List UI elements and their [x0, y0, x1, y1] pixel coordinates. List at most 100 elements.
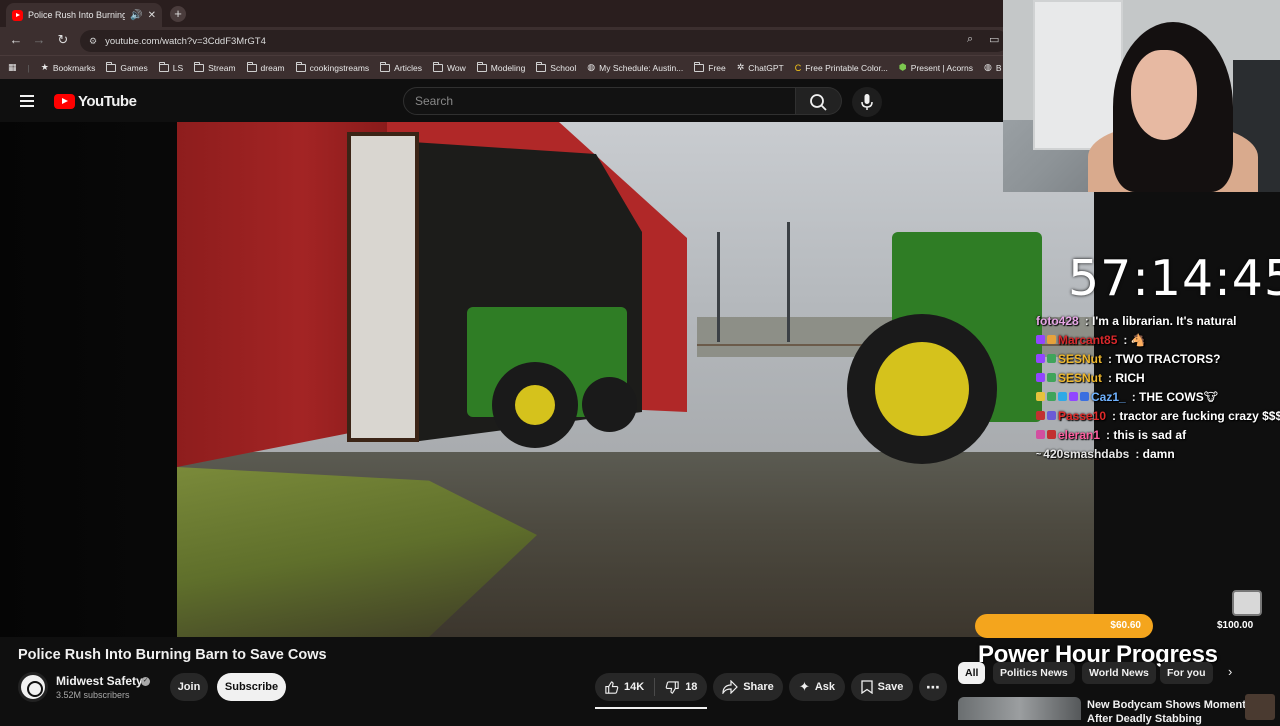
save-button[interactable]: Save	[851, 673, 913, 701]
folder-icon	[476, 61, 487, 72]
bookmark-cookingstreams[interactable]: cookingstreams	[295, 61, 369, 73]
bookmark-ls[interactable]: LS	[158, 61, 183, 73]
bookmark-free[interactable]: Free	[694, 61, 726, 73]
folder-icon	[194, 61, 205, 72]
channel-name[interactable]: Midwest Safety	[56, 674, 143, 688]
join-button[interactable]: Join	[170, 673, 208, 701]
recommended-thumbnail[interactable]	[958, 697, 1081, 720]
like-divider	[654, 678, 656, 696]
chat-username: foto428	[1036, 313, 1079, 328]
plus-badge-icon	[1058, 392, 1067, 401]
chip-politics-news[interactable]: Politics News	[993, 662, 1075, 684]
bookmark-b[interactable]: ◍ B	[984, 62, 1002, 73]
youtube-logo[interactable]: YouTube	[54, 93, 137, 110]
thumbs-up-icon	[605, 680, 619, 694]
speaker-icon[interactable]: 🔊	[130, 10, 142, 21]
video-player[interactable]	[0, 122, 1094, 637]
chat-message: Passe10: tractor are fucking crazy $$$	[1036, 406, 1280, 425]
gift-badge-icon	[1047, 354, 1056, 363]
bookmark-articles[interactable]: Articles	[380, 61, 422, 73]
streamer-webcam	[1003, 0, 1280, 192]
like-active-indicator	[595, 707, 707, 709]
bookmark-chatgpt[interactable]: ✲ ChatGPT	[737, 62, 784, 73]
bookmark-acorns[interactable]: ⬢ Present | Acorns	[899, 62, 973, 73]
cast-icon[interactable]: ▭	[989, 33, 999, 46]
youtube-logo-text: YouTube	[78, 93, 137, 110]
chat-message: foto428: I'm a librarian. It's natural	[1036, 311, 1280, 330]
folder-icon	[158, 61, 169, 72]
recommended-title[interactable]: New Bodycam Shows Moments After Deadly S…	[1087, 698, 1267, 726]
bookmark-modeling[interactable]: Modeling	[476, 61, 525, 73]
chat-text: I'm a librarian. It's natural	[1092, 313, 1237, 328]
sub-badge-icon	[1069, 392, 1078, 401]
youtube-favicon-icon	[12, 9, 23, 21]
channel-avatar[interactable]	[18, 672, 48, 702]
chat-emote-icon: 🐮	[1203, 389, 1218, 404]
chip-for-you[interactable]: For you	[1160, 662, 1213, 684]
share-button[interactable]: Share	[713, 673, 783, 701]
chat-text: tractor are fucking crazy $$$	[1119, 408, 1280, 423]
address-bar[interactable]: ⚙ youtube.com/watch?v=3CddF3MrGT4	[80, 30, 1008, 52]
bookmarks-divider: |	[27, 62, 30, 73]
bookmark-my-schedule[interactable]: ◍ My Schedule: Austin...	[587, 62, 683, 73]
address-url: youtube.com/watch?v=3CddF3MrGT4	[105, 35, 266, 47]
chip-world-news[interactable]: World News	[1082, 662, 1156, 684]
forward-arrow-icon[interactable]: →	[30, 32, 48, 47]
dislike-count: 18	[685, 681, 698, 693]
zoom-icon[interactable]: ⌕	[967, 33, 973, 46]
power-hour-goal: $100.00	[1217, 620, 1254, 631]
gift-badge-icon	[1047, 373, 1056, 382]
video-frame[interactable]	[177, 122, 1094, 637]
voice-search-button[interactable]	[852, 87, 882, 117]
site-info-icon[interactable]: ⚙	[89, 36, 97, 47]
folder-icon	[694, 61, 705, 72]
search-icon	[810, 94, 827, 111]
reload-icon[interactable]: ↻	[54, 32, 72, 48]
browser-tab-active[interactable]: Police Rush Into Burning Ba 🔊 ✕	[6, 3, 162, 27]
bookmark-games[interactable]: Games	[106, 61, 148, 73]
subscribe-button[interactable]: Subscribe	[217, 673, 286, 701]
chat-separator: :	[1135, 446, 1143, 461]
bookmark-stream[interactable]: Stream	[194, 61, 236, 73]
new-tab-button[interactable]: +	[170, 6, 186, 22]
ask-button[interactable]: ✦ Ask	[789, 673, 845, 701]
search-input[interactable]: Search	[403, 87, 796, 115]
chat-username: Caz1_	[1091, 389, 1126, 404]
acorn-icon: ⬢	[898, 62, 907, 72]
back-arrow-icon[interactable]: ←	[7, 32, 25, 47]
dislike-button[interactable]: 18	[665, 680, 697, 695]
stream-chat: foto428: I'm a librarian. It's natural M…	[1036, 311, 1280, 463]
bits-badge-icon	[1047, 335, 1056, 344]
folder-icon	[246, 61, 257, 72]
chat-message: eleran1: this is sad af	[1036, 425, 1280, 444]
chat-username: Passe10	[1058, 408, 1107, 423]
chevron-right-icon[interactable]: ›	[1228, 664, 1232, 679]
search-button[interactable]	[796, 87, 842, 115]
c-logo-icon: C	[794, 62, 802, 73]
like-count: 14K	[624, 681, 645, 693]
chip-all[interactable]: All	[958, 662, 986, 684]
like-dislike-group: 14K 18	[595, 673, 707, 701]
tilde-badge-icon: ~	[1036, 448, 1042, 459]
bookmark-school[interactable]: School	[536, 61, 576, 73]
bookmark-free-printable[interactable]: C Free Printable Color...	[795, 63, 888, 73]
menu-hamburger-icon[interactable]	[20, 95, 34, 107]
power-hour-progress-bar: $60.60	[975, 614, 1153, 638]
bookmark-bookmarks[interactable]: ★ Bookmarks	[41, 62, 96, 73]
chat-separator: :	[1131, 389, 1140, 404]
more-actions-icon[interactable]: ⋯	[919, 673, 947, 701]
like-button[interactable]: 14K	[604, 680, 644, 695]
apps-grid-icon[interactable]: ▦	[8, 62, 17, 73]
chat-username: eleran1	[1058, 427, 1101, 442]
close-tab-icon[interactable]: ✕	[148, 10, 156, 21]
verified-badge-icon	[1080, 392, 1089, 401]
chat-text: TWO TRACTORS?	[1115, 351, 1221, 366]
bookmark-wow[interactable]: Wow	[433, 61, 466, 73]
recommended-channel-avatar[interactable]	[1245, 694, 1275, 720]
crown-badge-icon	[1036, 392, 1045, 401]
thumbs-down-icon	[665, 680, 679, 694]
chat-text: damn	[1142, 446, 1175, 461]
mod-badge-icon	[1047, 411, 1056, 420]
bookmark-dream[interactable]: dream	[246, 61, 285, 73]
sub-badge-icon	[1036, 373, 1045, 382]
